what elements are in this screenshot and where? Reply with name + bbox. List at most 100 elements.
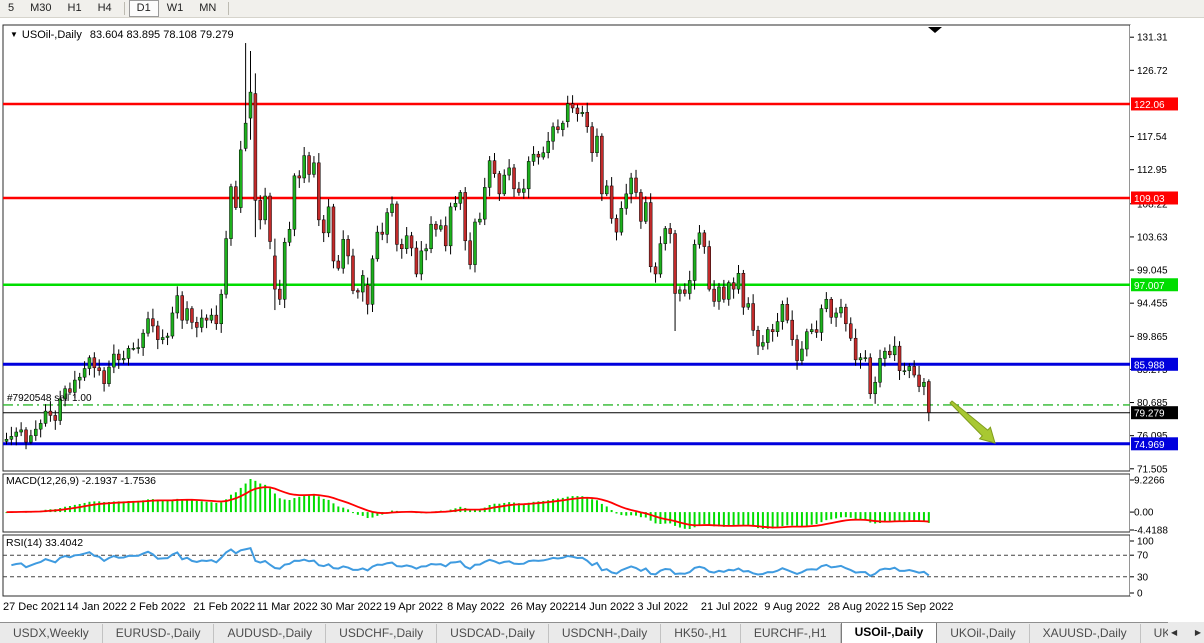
- candle-body: [410, 236, 413, 248]
- macd-histogram-bar: [508, 502, 510, 512]
- rsi-panel[interactable]: [3, 535, 1130, 596]
- candle-body: [469, 241, 472, 265]
- candle-body: [659, 244, 662, 274]
- candle-body: [561, 123, 564, 129]
- macd-histogram-bar: [196, 501, 198, 512]
- candle-body: [239, 150, 242, 208]
- timeframe-button-m30[interactable]: M30: [22, 0, 59, 17]
- candle-body: [859, 358, 862, 360]
- candle-body: [54, 415, 57, 420]
- rsi-tick-label: 70: [1137, 551, 1149, 562]
- rsi-tick-label: 100: [1137, 537, 1154, 548]
- macd-histogram-bar: [830, 512, 832, 519]
- macd-histogram-bar: [616, 512, 618, 513]
- candle-body: [537, 154, 540, 157]
- macd-histogram-bar: [620, 512, 622, 515]
- candle-body: [566, 104, 569, 122]
- macd-histogram-bar: [840, 512, 842, 517]
- candle-body: [893, 346, 896, 355]
- candle-body: [395, 204, 398, 244]
- candle-body: [517, 189, 520, 193]
- candle-body: [210, 315, 213, 320]
- symbol-tab-audusd-daily[interactable]: AUDUSD-,Daily: [214, 624, 326, 643]
- macd-histogram-bar: [781, 512, 783, 526]
- tab-scroll-left-icon[interactable]: ◀: [1171, 628, 1177, 637]
- symbol-tab-bar: USDX,WeeklyEURUSD-,DailyAUDUSD-,DailyUSD…: [0, 622, 1204, 643]
- candle-body: [10, 436, 13, 439]
- timeframe-button-mn[interactable]: MN: [191, 0, 224, 17]
- macd-histogram-bar: [816, 512, 818, 524]
- candle-body: [215, 315, 218, 324]
- candle-body: [439, 226, 442, 230]
- timeframe-button-d1[interactable]: D1: [129, 0, 159, 17]
- symbol-tab-eurusd-daily[interactable]: EURUSD-,Daily: [103, 624, 215, 643]
- macd-histogram-bar: [269, 488, 271, 512]
- macd-histogram-bar: [674, 512, 676, 526]
- symbol-tab-usoil-daily[interactable]: USOil-,Daily: [841, 622, 938, 643]
- symbol-tab-usdx-weekly[interactable]: USDX,Weekly: [0, 624, 103, 643]
- chart-canvas[interactable]: 131.31126.72117.54112.95108.22103.6399.0…: [0, 0, 1204, 622]
- macd-histogram-bar: [362, 512, 364, 516]
- candle-body: [498, 174, 501, 194]
- symbol-tab-eurchf-h1[interactable]: EURCHF-,H1: [741, 624, 841, 643]
- macd-histogram-bar: [186, 499, 188, 512]
- symbol-tab-usdcnh-daily[interactable]: USDCNH-,Daily: [549, 624, 661, 643]
- macd-histogram-bar: [923, 512, 925, 521]
- candle-body: [225, 239, 228, 295]
- macd-histogram-bar: [801, 512, 803, 527]
- candle-body: [151, 319, 154, 326]
- candle-body: [820, 309, 823, 333]
- symbol-tab-usdcad-daily[interactable]: USDCAD-,Daily: [437, 624, 549, 643]
- macd-histogram-bar: [298, 497, 300, 512]
- macd-histogram-bar: [718, 512, 720, 526]
- candle-body: [278, 289, 281, 299]
- tab-scroll-right-icon[interactable]: ▶: [1195, 628, 1201, 637]
- chart-dropdown-icon[interactable]: ▼: [10, 30, 18, 39]
- macd-histogram-bar: [855, 512, 857, 519]
- candle-body: [532, 154, 535, 161]
- candle-body: [635, 178, 638, 192]
- time-axis[interactable]: [3, 598, 1130, 618]
- candle-body: [732, 283, 735, 289]
- candle-body: [137, 348, 140, 349]
- candle-body: [39, 423, 42, 429]
- candle-body: [674, 234, 677, 294]
- candle-body: [156, 326, 159, 340]
- symbol-tab-hk50-h1[interactable]: HK50-,H1: [661, 624, 741, 643]
- bid-price-badge-label: 79.279: [1134, 409, 1165, 420]
- candle-body: [644, 203, 647, 222]
- symbol-tab-ukoil-daily[interactable]: UKOil-,Daily: [937, 624, 1029, 643]
- macd-histogram-bar: [591, 499, 593, 512]
- candle-body: [220, 294, 223, 324]
- symbol-tab-usdchf-daily[interactable]: USDCHF-,Daily: [326, 624, 437, 643]
- macd-histogram-bar: [284, 499, 286, 512]
- timeframe-button-h1[interactable]: H1: [60, 0, 90, 17]
- candle-body: [508, 168, 511, 175]
- candle-body: [29, 436, 32, 442]
- price-tick-label: 94.455: [1137, 299, 1168, 310]
- candle-body: [434, 224, 437, 229]
- macd-histogram-bar: [167, 501, 169, 513]
- candle-body: [366, 285, 369, 304]
- candle-body: [488, 161, 491, 188]
- candle-body: [361, 275, 364, 292]
- candle-body: [918, 375, 921, 387]
- main-chart-panel[interactable]: [3, 25, 1130, 471]
- candle-body: [649, 203, 652, 267]
- macd-histogram-bar: [337, 506, 339, 512]
- candle-body: [405, 236, 408, 249]
- candle-body: [708, 247, 711, 290]
- timeframe-button-w1[interactable]: W1: [159, 0, 192, 17]
- candle-body: [73, 380, 76, 392]
- candle-body: [327, 207, 330, 233]
- candle-body: [771, 330, 774, 332]
- price-badge-label: 97.007: [1134, 281, 1165, 292]
- symbol-tab-xauusd-daily[interactable]: XAUUSD-,Daily: [1030, 624, 1141, 643]
- candle-body: [20, 430, 23, 432]
- timeframe-button-h4[interactable]: H4: [90, 0, 120, 17]
- candle-body: [454, 203, 457, 207]
- candle-body: [913, 366, 916, 375]
- timeframe-button-5[interactable]: 5: [0, 0, 22, 17]
- candle-body: [844, 307, 847, 324]
- macd-histogram-bar: [240, 488, 242, 512]
